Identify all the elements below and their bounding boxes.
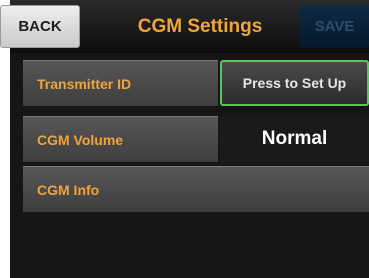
transmitter-setup-button[interactable]: Press to Set Up <box>220 60 369 106</box>
cgm-info-row[interactable]: CGM Info <box>23 166 369 212</box>
cgm-volume-label: CGM Volume <box>23 116 218 162</box>
page-title: CGM Settings <box>137 15 263 37</box>
save-button[interactable]: SAVE <box>300 5 369 48</box>
back-button[interactable]: BACK <box>0 5 80 48</box>
header-bar: BACK CGM Settings SAVE <box>0 0 369 53</box>
transmitter-id-label: Transmitter ID <box>23 60 218 106</box>
cgm-volume-row[interactable]: CGM Volume Normal <box>23 116 369 162</box>
transmitter-id-row[interactable]: Transmitter ID Press to Set Up <box>23 60 369 106</box>
cgm-settings-screen: BACK CGM Settings SAVE Transmitter ID Pr… <box>0 0 369 278</box>
cgm-info-label[interactable]: CGM Info <box>23 166 369 212</box>
cgm-volume-value[interactable]: Normal <box>220 116 369 162</box>
